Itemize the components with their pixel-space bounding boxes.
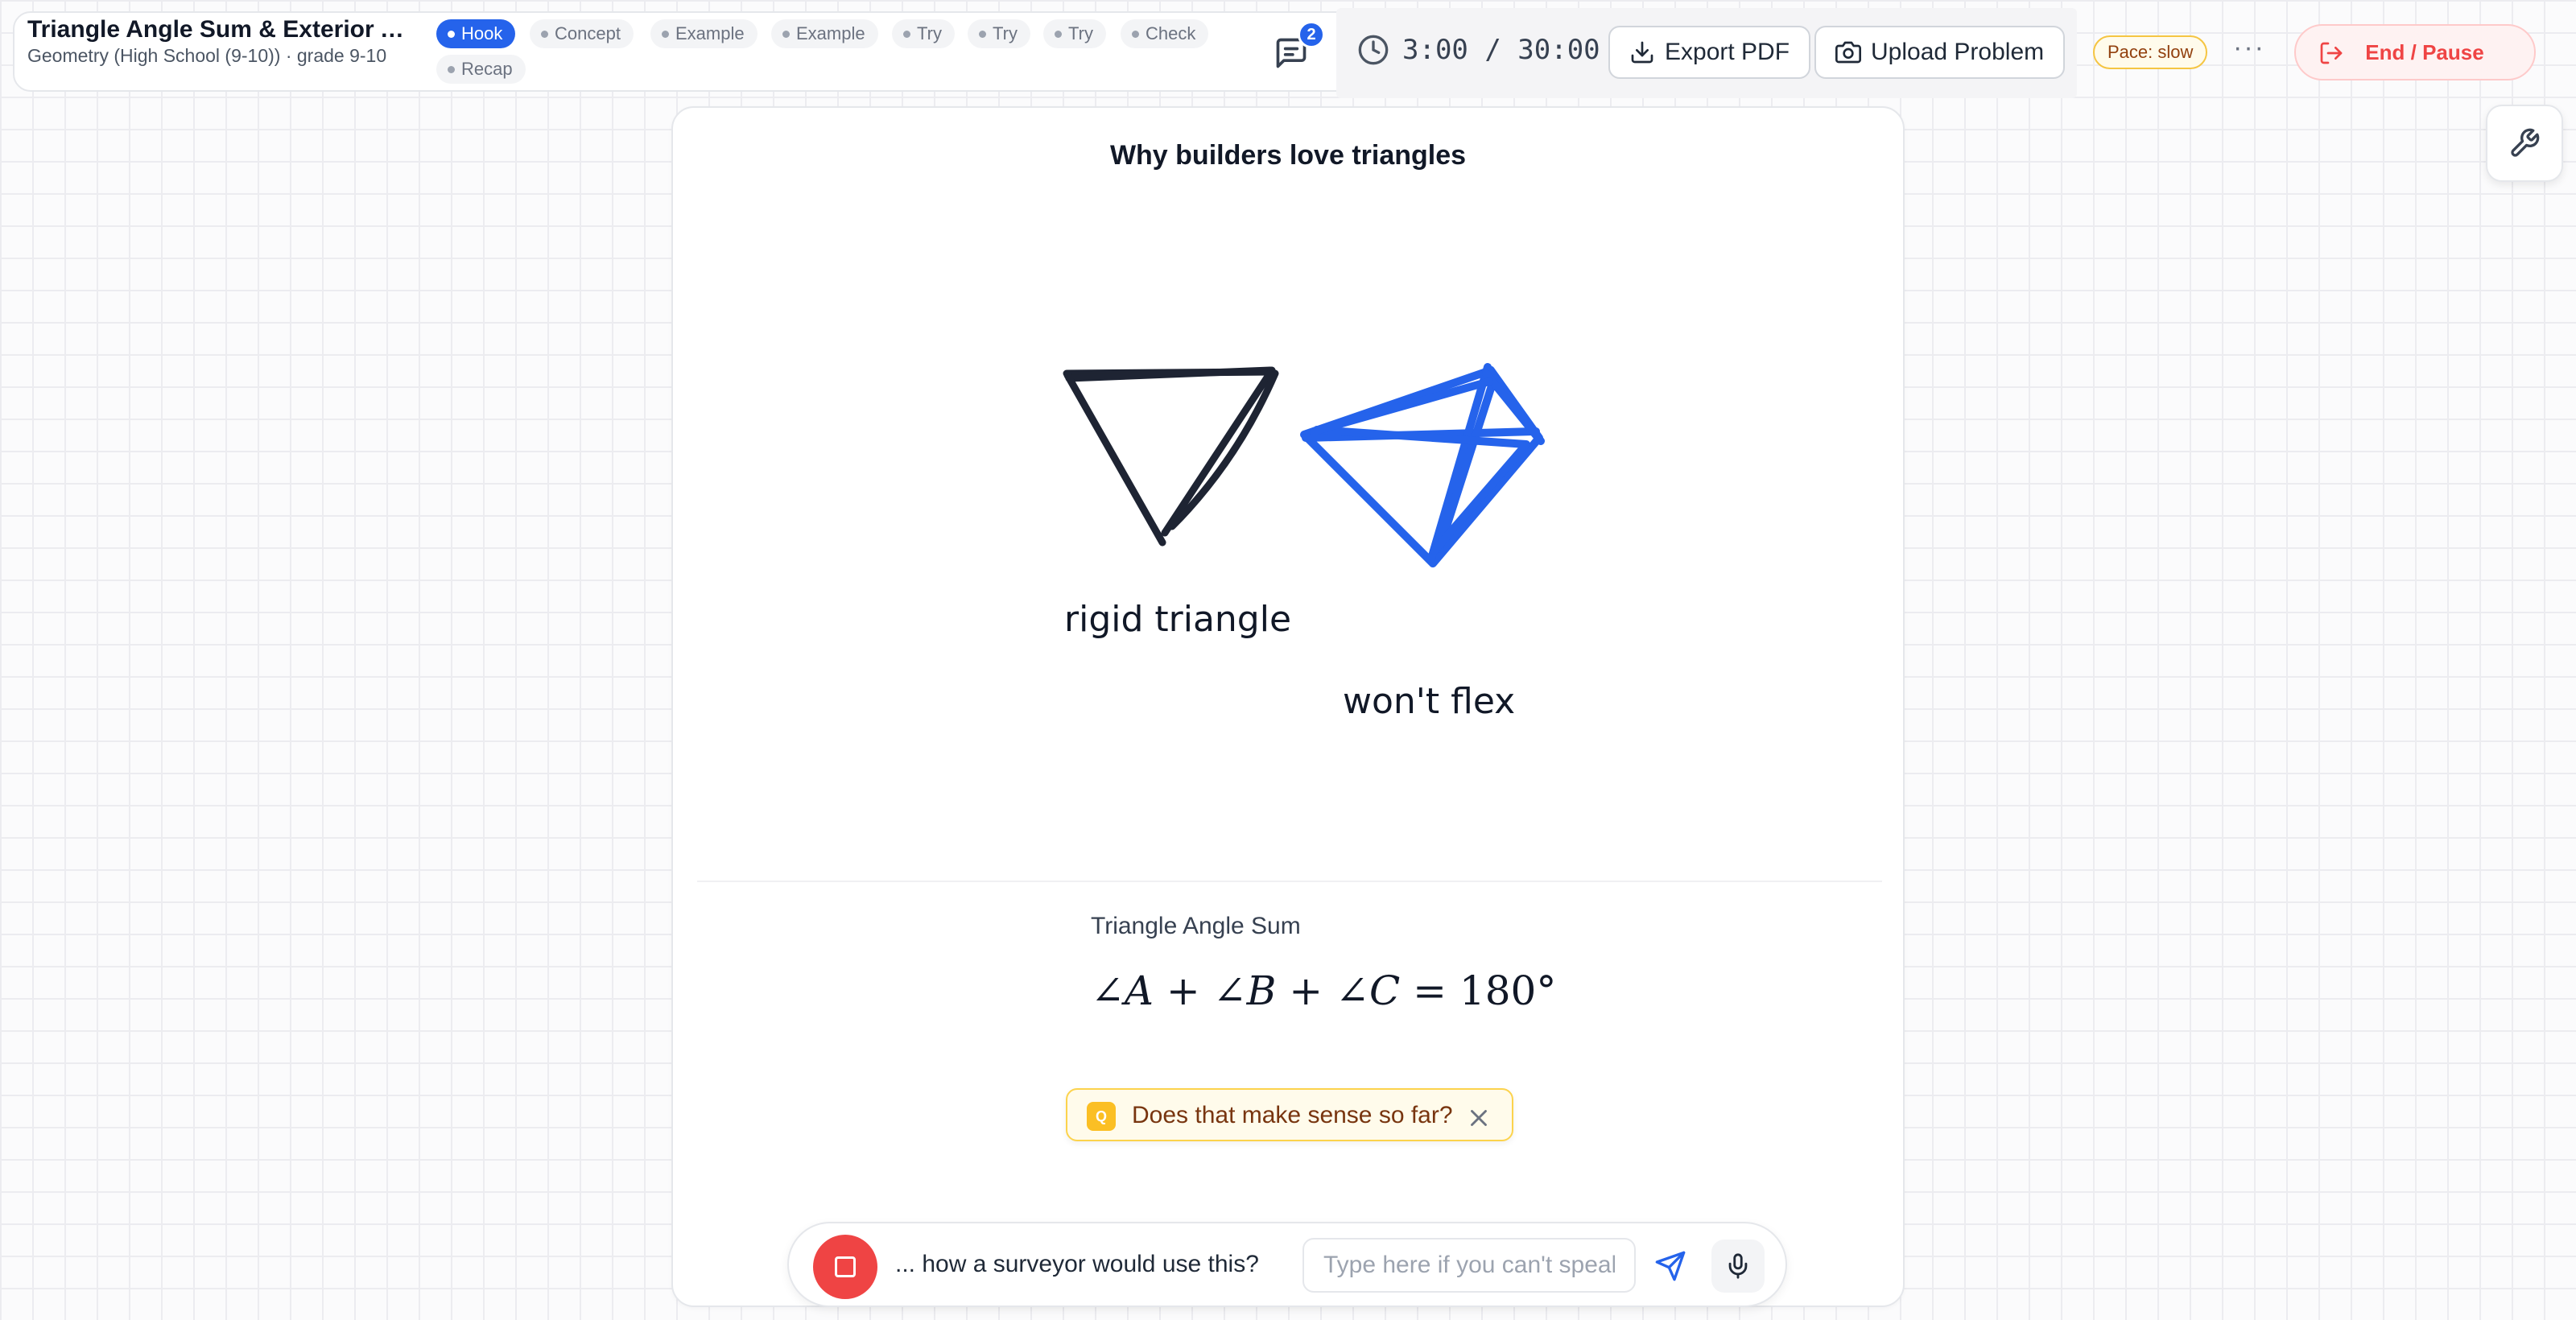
stop-recording-button[interactable] — [813, 1235, 877, 1299]
dismiss-check-button[interactable] — [1465, 1104, 1492, 1132]
step-chip-recap[interactable]: Recap — [436, 55, 526, 84]
equals-result: = 180° — [1400, 967, 1557, 1014]
chat-unread-badge: 2 — [1298, 21, 1325, 48]
step-dot — [1055, 30, 1062, 38]
send-icon — [1655, 1251, 1686, 1281]
step-dot — [541, 30, 548, 38]
session-timer: 3:00 / 30:00 — [1357, 34, 1600, 66]
step-dot — [448, 65, 455, 73]
step-chip-concept[interactable]: Concept — [530, 19, 634, 48]
end-pause-button[interactable]: End / Pause — [2294, 24, 2536, 80]
step-chip-label: Recap — [461, 59, 513, 79]
step-chip-try-2[interactable]: Try — [968, 19, 1030, 48]
type-message-input[interactable] — [1302, 1238, 1636, 1293]
upload-problem-label: Upload Problem — [1871, 39, 2045, 65]
flex-shape-drawing — [1300, 363, 1545, 567]
step-chip-check[interactable]: Check — [1121, 19, 1209, 48]
end-pause-label: End / Pause — [2365, 39, 2484, 64]
close-icon — [1471, 1110, 1487, 1126]
step-chip-try-3[interactable]: Try — [1043, 19, 1106, 48]
var-a: A — [1124, 967, 1154, 1014]
tools-button[interactable] — [2486, 105, 2563, 182]
plus-sign: + — [1154, 967, 1213, 1014]
whiteboard-sketch — [1063, 363, 1545, 567]
step-chip-label: Try — [917, 23, 942, 43]
step-chip-label: Try — [993, 23, 1018, 43]
download-icon — [1631, 41, 1653, 64]
label-rigid-triangle: rigid triangle — [1064, 599, 1292, 640]
upload-problem-button[interactable]: Upload Problem — [1814, 26, 2066, 79]
var-b: B — [1246, 967, 1277, 1014]
step-dot — [979, 30, 986, 38]
microphone-button[interactable] — [1711, 1240, 1765, 1293]
whiteboard-card: Why builders love triangles rigid triang… — [671, 106, 1905, 1307]
formula-label: Triangle Angle Sum — [1091, 913, 1301, 939]
check-question-text: Does that make sense so far? — [1132, 1102, 1453, 1128]
clock-icon — [1358, 35, 1389, 65]
step-chip-example-2[interactable]: Example — [771, 19, 878, 48]
lesson-subtitle: Geometry (High School (9-10)) · grade 9-… — [27, 45, 387, 66]
angle-symbol: ∠ — [1335, 967, 1369, 1014]
lesson-title: Triangle Angle Sum & Exterior A... — [27, 16, 414, 43]
export-pdf-label: Export PDF — [1665, 39, 1790, 65]
voice-input-bar: ... how a surveyor would use this? — [787, 1222, 1787, 1307]
step-chip-try-1[interactable]: Try — [892, 19, 955, 48]
step-dot — [448, 30, 455, 38]
camera-icon — [1835, 41, 1861, 64]
step-dot — [782, 30, 790, 38]
live-transcript: ... how a surveyor would use this? — [895, 1251, 1259, 1277]
step-dot — [662, 30, 669, 38]
wrench-icon — [2511, 128, 2540, 157]
step-chip-label: Check — [1146, 23, 1196, 43]
question-badge: Q — [1087, 1102, 1116, 1131]
plus-sign: + — [1276, 967, 1336, 1014]
label-wont-flex: won't flex — [1343, 681, 1516, 722]
step-dot — [1132, 30, 1139, 38]
comprehension-check-popup: Q Does that make sense so far? — [1066, 1088, 1513, 1141]
step-chip-label: Try — [1068, 23, 1093, 43]
step-chip-example-1[interactable]: Example — [650, 19, 758, 48]
more-menu-button[interactable]: ··· — [2233, 32, 2265, 64]
send-button[interactable] — [1650, 1246, 1690, 1286]
rigid-triangle-drawing — [1063, 366, 1279, 547]
section-divider — [697, 881, 1882, 882]
step-chip-hook[interactable]: Hook — [436, 19, 516, 48]
export-pdf-button[interactable]: Export PDF — [1608, 26, 1811, 79]
pace-badge[interactable]: Pace: slow — [2093, 35, 2208, 69]
step-chip-label: Example — [675, 23, 745, 43]
mic-icon — [1728, 1253, 1748, 1279]
angle-symbol: ∠ — [1091, 967, 1125, 1014]
stop-icon — [835, 1256, 856, 1277]
step-dot — [903, 30, 910, 38]
step-chip-label: Concept — [555, 23, 621, 43]
timer-text: 3:00 / 30:00 — [1402, 34, 1600, 66]
var-c: C — [1368, 967, 1401, 1014]
angle-sum-formula: ∠A + ∠B + ∠C = 180° — [1091, 967, 1556, 1014]
angle-symbol: ∠ — [1212, 967, 1247, 1014]
step-chip-label: Example — [796, 23, 865, 43]
step-chip-label: Hook — [461, 23, 503, 43]
